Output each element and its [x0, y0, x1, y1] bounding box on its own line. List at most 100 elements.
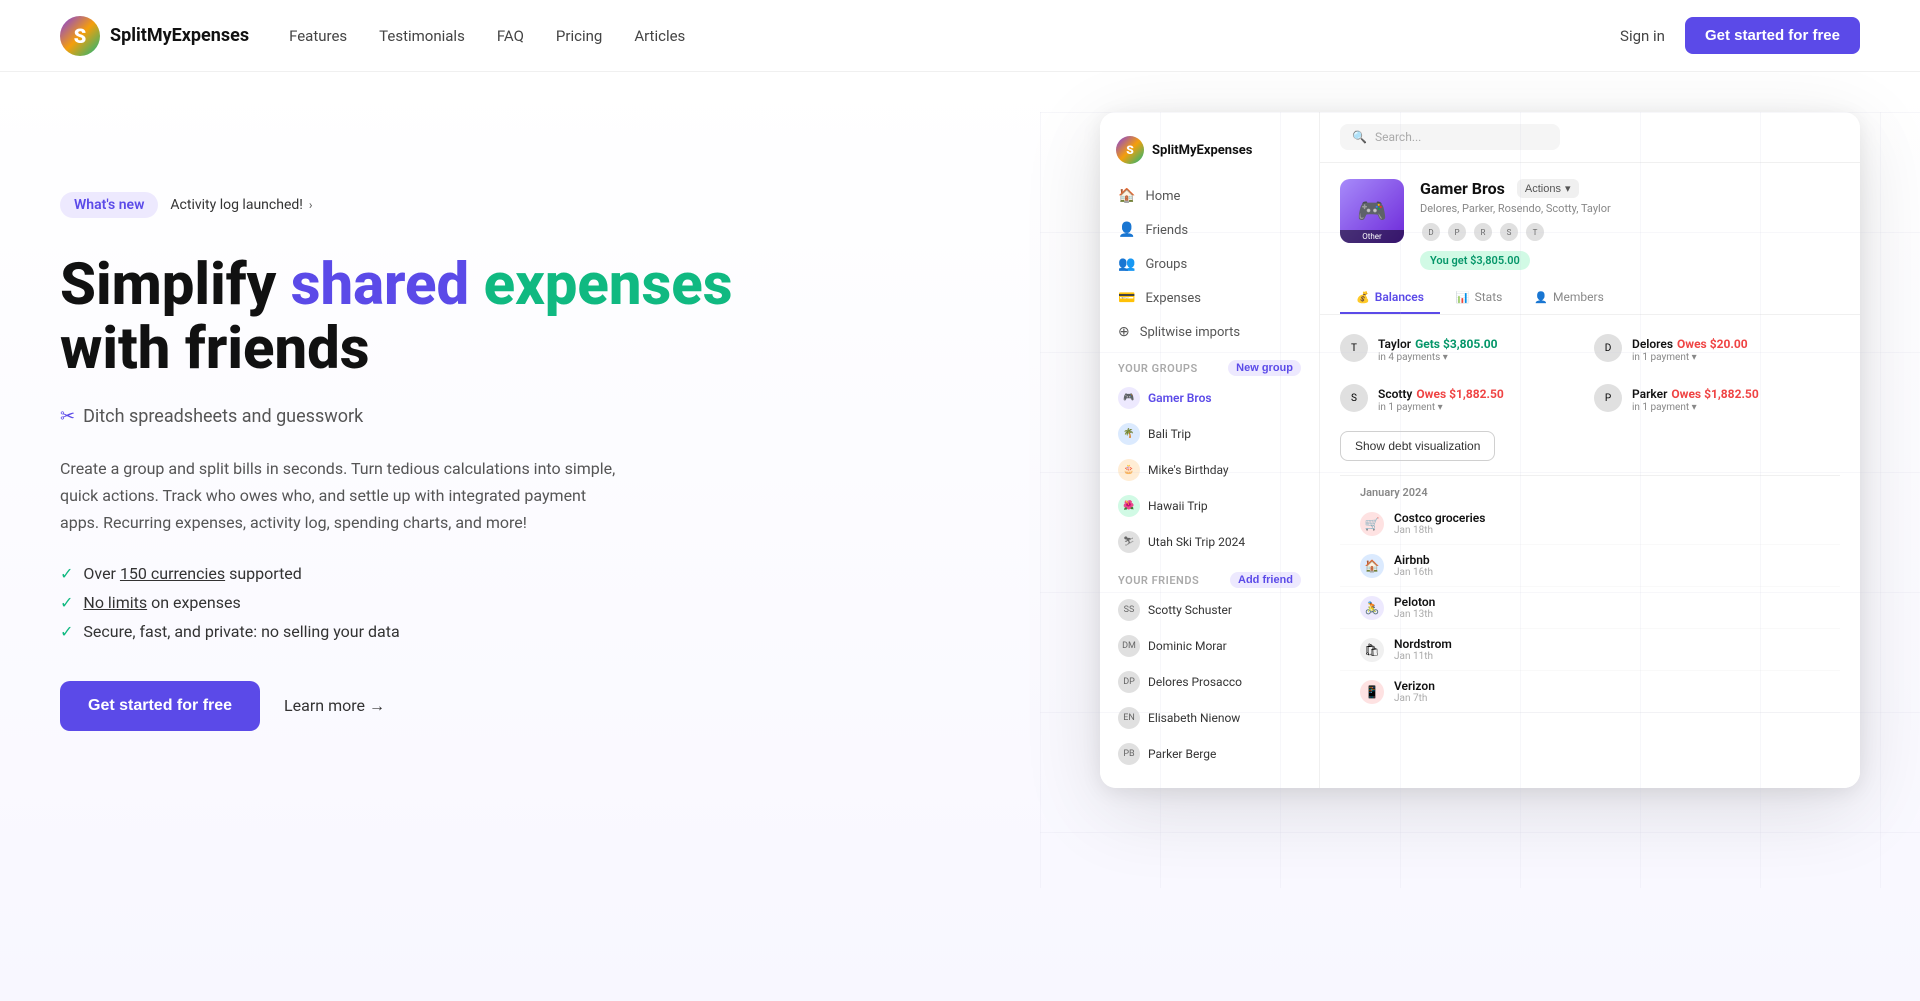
navbar-right: Sign in Get started for free	[1620, 17, 1860, 54]
sidebar-group-utah[interactable]: ⛷ Utah Ski Trip 2024	[1100, 524, 1319, 560]
sidebar-group-gamer-bros[interactable]: 🎮 Gamer Bros	[1100, 380, 1319, 416]
groups-section-label: Your groups New group	[1100, 348, 1319, 380]
sidebar-friend-scotty[interactable]: SS Scotty Schuster	[1100, 592, 1319, 628]
sidebar-friend-parker[interactable]: PB Parker Berge	[1100, 736, 1319, 772]
member-avatar-1: D	[1420, 221, 1442, 243]
sidebar-item-groups[interactable]: 👥 Groups	[1108, 248, 1311, 280]
balance-avatar-parker: P	[1594, 384, 1622, 412]
balance-info-taylor: Taylor Gets $3,805.00 in 4 payments ▾	[1378, 333, 1586, 363]
hero-subheading: ✂ Ditch spreadsheets and guesswork	[60, 406, 733, 427]
hero-headline: Simplify shared expenseswith friends	[60, 254, 733, 382]
friends-icon: 👤	[1118, 222, 1135, 238]
friends-section-label: Your friends Add friend	[1100, 560, 1319, 592]
member-avatar-3: R	[1472, 221, 1494, 243]
nav-features[interactable]: Features	[289, 27, 347, 45]
balance-info-parker: Parker Owes $1,882.50 in 1 payment ▾	[1632, 383, 1840, 413]
expense-item-nordstrom[interactable]: 🛍 Nordstrom Jan 11th	[1340, 629, 1840, 671]
sidebar-item-friends[interactable]: 👤 Friends	[1108, 214, 1311, 246]
expense-info-airbnb: Airbnb Jan 16th	[1394, 553, 1820, 578]
balance-card-delores: D Delores Owes $20.00 in 1 payment ▾	[1594, 327, 1840, 369]
expense-item-peloton[interactable]: 🚴 Peloton Jan 13th	[1340, 587, 1840, 629]
balance-info-scotty: Scotty Owes $1,882.50 in 1 payment ▾	[1378, 383, 1586, 413]
sidebar-group-birthday[interactable]: 🎂 Mike's Birthday	[1100, 452, 1319, 488]
search-icon: 🔍	[1352, 130, 1367, 144]
new-group-button[interactable]: New group	[1228, 360, 1301, 376]
friend-avatar-scotty: SS	[1118, 599, 1140, 621]
sidebar-friend-elisabeth[interactable]: EN Elisabeth Nienow	[1100, 700, 1319, 736]
nav-links: Features Testimonials FAQ Pricing Articl…	[289, 27, 685, 45]
scissors-icon: ✂	[60, 406, 75, 427]
expense-info-verizon: Verizon Jan 7th	[1394, 679, 1820, 704]
search-placeholder: Search...	[1375, 130, 1421, 144]
no-limits-link[interactable]: No limits	[83, 593, 147, 612]
member-avatars: D P R S T	[1420, 221, 1840, 243]
month-label: January 2024	[1340, 476, 1840, 503]
check-icon-2: ✓	[60, 593, 73, 612]
app-main: 🔍 Search... 🎮 Other Gamer Bros	[1320, 112, 1860, 788]
home-icon: 🏠	[1118, 188, 1135, 204]
currencies-link[interactable]: 150 currencies	[120, 564, 225, 583]
nav-articles[interactable]: Articles	[634, 27, 685, 45]
expenses-section: January 2024 🛒 Costco groceries Jan 18th…	[1340, 475, 1840, 713]
feature-limits: ✓ No limits on expenses	[60, 593, 733, 612]
sidebar-item-home[interactable]: 🏠 Home	[1108, 180, 1311, 212]
tab-members[interactable]: 👤 Members	[1518, 282, 1619, 314]
activity-log-link[interactable]: Activity log launched! ›	[170, 197, 312, 213]
app-topbar: 🔍 Search...	[1320, 112, 1860, 163]
expense-item-costco[interactable]: 🛒 Costco groceries Jan 18th	[1340, 503, 1840, 545]
balances-icon: 💰	[1356, 291, 1370, 304]
group-name-row: Gamer Bros Actions ▾	[1420, 179, 1840, 198]
show-debt-visualization-button[interactable]: Show debt visualization	[1340, 431, 1495, 461]
sidebar-group-bali[interactable]: 🌴 Bali Trip	[1100, 416, 1319, 452]
hero-right: S SplitMyExpenses 🏠 Home 👤 Friends 👥 Gro…	[1100, 112, 1860, 788]
sidebar-logo-icon: S	[1116, 136, 1144, 164]
group-avatar-hawaii: 🌺	[1118, 495, 1140, 517]
nav-pricing[interactable]: Pricing	[556, 27, 602, 45]
nav-faq[interactable]: FAQ	[497, 27, 524, 45]
learn-more-link[interactable]: Learn more →	[284, 696, 385, 716]
feature-currencies: ✓ Over 150 currencies supported	[60, 564, 733, 583]
chevron-right-icon: ›	[309, 198, 313, 212]
headline-shared: shared	[291, 251, 469, 319]
actions-button[interactable]: Actions ▾	[1517, 179, 1579, 198]
nav-testimonials[interactable]: Testimonials	[379, 27, 465, 45]
add-friend-button[interactable]: Add friend	[1230, 572, 1301, 588]
sidebar-item-splitwise[interactable]: ⊕ Splitwise imports	[1108, 316, 1311, 348]
expense-icon-airbnb: 🏠	[1360, 554, 1384, 578]
friend-avatar-dominic: DM	[1118, 635, 1140, 657]
signin-link[interactable]: Sign in	[1620, 27, 1665, 45]
navbar-cta-button[interactable]: Get started for free	[1685, 17, 1860, 54]
expense-icon-costco: 🛒	[1360, 512, 1384, 536]
expense-info-peloton: Peloton Jan 13th	[1394, 595, 1820, 620]
member-avatar-2: P	[1446, 221, 1468, 243]
group-info-row: 🎮 Other Gamer Bros Actions ▾	[1340, 179, 1840, 270]
sidebar-friend-dominic[interactable]: DM Dominic Morar	[1100, 628, 1319, 664]
group-name: Gamer Bros	[1420, 179, 1505, 198]
tab-stats[interactable]: 📊 Stats	[1440, 282, 1518, 314]
balance-card-taylor: T Taylor Gets $3,805.00 in 4 payments ▾	[1340, 327, 1586, 369]
hero-cta-button[interactable]: Get started for free	[60, 681, 260, 731]
navbar-left: S SplitMyExpenses Features Testimonials …	[60, 16, 685, 56]
expense-item-verizon[interactable]: 📱 Verizon Jan 7th	[1340, 671, 1840, 713]
sidebar-item-expenses[interactable]: 💳 Expenses	[1108, 282, 1311, 314]
balances-section: T Taylor Gets $3,805.00 in 4 payments ▾	[1320, 315, 1860, 788]
group-avatar-birthday: 🎂	[1118, 459, 1140, 481]
member-avatar-5: T	[1524, 221, 1546, 243]
expense-item-airbnb[interactable]: 🏠 Airbnb Jan 16th	[1340, 545, 1840, 587]
navbar: S SplitMyExpenses Features Testimonials …	[0, 0, 1920, 72]
app-window: S SplitMyExpenses 🏠 Home 👤 Friends 👥 Gro…	[1100, 112, 1860, 788]
tab-balances[interactable]: 💰 Balances	[1340, 282, 1440, 314]
sidebar-friend-delores[interactable]: DP Delores Prosacco	[1100, 664, 1319, 700]
group-avatar-gamer-bros: 🎮	[1118, 387, 1140, 409]
balance-card-parker: P Parker Owes $1,882.50 in 1 payment ▾	[1594, 377, 1840, 419]
stats-icon: 📊	[1456, 291, 1470, 304]
sidebar-group-hawaii[interactable]: 🌺 Hawaii Trip	[1100, 488, 1319, 524]
hero-description: Create a group and split bills in second…	[60, 455, 620, 537]
expenses-icon: 💳	[1118, 290, 1135, 306]
splitwise-icon: ⊕	[1118, 324, 1130, 340]
group-members-text: Delores, Parker, Rosendo, Scotty, Taylor	[1420, 202, 1840, 215]
whats-new-row: What's new Activity log launched! ›	[60, 192, 733, 218]
chevron-down-icon: ▾	[1565, 182, 1571, 195]
search-box[interactable]: 🔍 Search...	[1340, 124, 1560, 150]
balances-grid: T Taylor Gets $3,805.00 in 4 payments ▾	[1340, 327, 1840, 419]
